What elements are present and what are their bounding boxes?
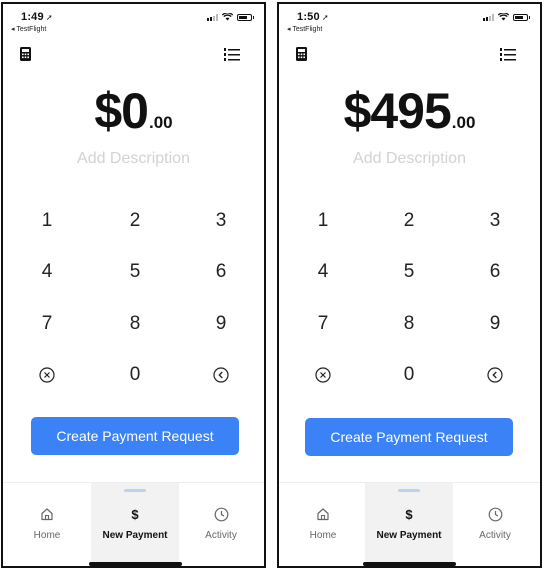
tab-home-label: Home	[33, 530, 61, 541]
tab-home-label: Home	[309, 530, 337, 541]
amount-display: $0.00	[3, 82, 264, 140]
dollar-icon: $	[405, 506, 413, 522]
key-8[interactable]: 8	[105, 304, 165, 344]
key-7[interactable]: 7	[17, 304, 77, 344]
calculator-icon[interactable]	[20, 47, 31, 61]
key-3[interactable]: 3	[191, 201, 251, 241]
key-0[interactable]: 0	[105, 355, 165, 395]
back-to-testflight-link[interactable]: ◂ TestFlight	[287, 25, 322, 33]
clear-button[interactable]	[17, 355, 77, 395]
numbered-list-icon[interactable]	[224, 48, 240, 61]
backspace-button[interactable]	[465, 355, 525, 395]
backspace-button[interactable]	[191, 355, 251, 395]
tab-new-payment-label: New Payment	[102, 530, 168, 541]
tab-home[interactable]: Home	[7, 505, 87, 541]
clear-button[interactable]	[293, 355, 353, 395]
tab-new-payment[interactable]: $ New Payment	[369, 505, 449, 542]
key-1[interactable]: 1	[293, 201, 353, 241]
tab-bar: Home $ New Payment Activity	[279, 482, 540, 566]
wifi-icon	[222, 13, 233, 21]
key-9[interactable]: 9	[465, 304, 525, 344]
clock-icon	[214, 507, 228, 521]
tab-bar: Home $ New Payment Activity	[3, 482, 264, 566]
location-arrow-icon: ➚	[45, 13, 53, 22]
status-icons	[207, 13, 254, 21]
amount-display: $495.00	[279, 82, 540, 140]
tab-activity-label: Activity	[479, 530, 511, 541]
tab-activity[interactable]: Activity	[455, 505, 535, 541]
amount-dollars: $495	[343, 83, 452, 139]
create-payment-request-button[interactable]: Create Payment Request	[31, 417, 239, 455]
dollar-icon: $	[131, 506, 139, 522]
home-indicator	[363, 562, 456, 566]
status-time: 1:49 ➚	[21, 11, 53, 23]
amount-cents: .00	[451, 113, 476, 132]
phone-screen-right: 1:50 ➚ ◂ TestFlight $495.00 Add Descripti…	[277, 2, 542, 568]
key-2[interactable]: 2	[379, 201, 439, 241]
key-2[interactable]: 2	[105, 201, 165, 241]
phone-screen-left: 1:49 ➚ ◂ TestFlight $0.00 Add Description…	[1, 2, 266, 568]
amount-cents: .00	[148, 113, 173, 132]
tab-home[interactable]: Home	[283, 505, 363, 541]
wifi-icon	[498, 13, 509, 21]
clock-icon	[488, 507, 502, 521]
grab-handle	[398, 489, 420, 492]
status-icons	[483, 13, 530, 21]
key-6[interactable]: 6	[465, 252, 525, 292]
description-input[interactable]: Add Description	[279, 150, 540, 168]
key-4[interactable]: 4	[17, 252, 77, 292]
battery-icon	[237, 13, 254, 21]
key-8[interactable]: 8	[379, 304, 439, 344]
grab-handle	[124, 489, 146, 492]
tab-new-payment[interactable]: $ New Payment	[95, 505, 175, 542]
home-icon	[41, 508, 53, 521]
signal-icon	[483, 13, 494, 21]
key-0[interactable]: 0	[379, 355, 439, 395]
tab-activity-label: Activity	[205, 530, 237, 541]
key-5[interactable]: 5	[379, 252, 439, 292]
signal-icon	[207, 13, 218, 21]
status-time: 1:50 ➚	[297, 11, 329, 23]
back-circle-icon	[487, 367, 503, 383]
home-icon	[317, 508, 329, 521]
tab-new-payment-label: New Payment	[376, 530, 442, 541]
key-3[interactable]: 3	[465, 201, 525, 241]
clear-circle-icon	[39, 367, 55, 383]
key-1[interactable]: 1	[17, 201, 77, 241]
back-to-testflight-link[interactable]: ◂ TestFlight	[11, 25, 46, 33]
key-7[interactable]: 7	[293, 304, 353, 344]
location-arrow-icon: ➚	[321, 13, 329, 22]
create-payment-request-button[interactable]: Create Payment Request	[305, 418, 513, 456]
clear-circle-icon	[315, 367, 331, 383]
key-9[interactable]: 9	[191, 304, 251, 344]
home-indicator	[89, 562, 182, 566]
amount-dollars: $0	[94, 83, 149, 139]
description-input[interactable]: Add Description	[3, 150, 264, 168]
key-4[interactable]: 4	[293, 252, 353, 292]
tab-activity[interactable]: Activity	[181, 505, 261, 541]
key-5[interactable]: 5	[105, 252, 165, 292]
calculator-icon[interactable]	[296, 47, 307, 61]
numbered-list-icon[interactable]	[500, 48, 516, 61]
battery-icon	[513, 13, 530, 21]
back-circle-icon	[213, 367, 229, 383]
key-6[interactable]: 6	[191, 252, 251, 292]
